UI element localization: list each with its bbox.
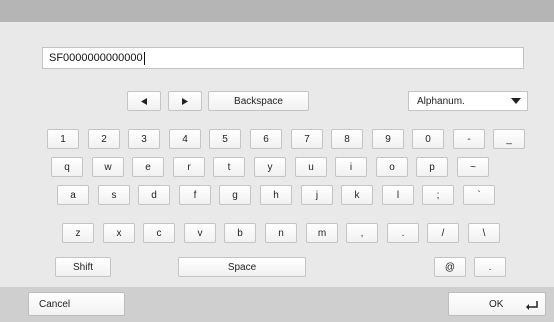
title-bar [0, 0, 554, 22]
key[interactable]: \ [468, 223, 500, 243]
cursor-left-button[interactable] [127, 91, 161, 111]
key[interactable]: 0 [412, 129, 444, 149]
key[interactable]: 7 [291, 129, 323, 149]
at-key[interactable]: @ [434, 257, 466, 277]
enter-icon [526, 301, 538, 310]
key[interactable]: c [143, 223, 175, 243]
key[interactable]: k [341, 185, 373, 205]
key[interactable]: 1 [47, 129, 79, 149]
key[interactable]: x [103, 223, 135, 243]
key[interactable]: 5 [209, 129, 241, 149]
key[interactable]: - [453, 129, 485, 149]
key[interactable]: i [335, 157, 367, 177]
cancel-button-label: Cancel [39, 298, 71, 310]
arrow-left-icon [141, 97, 147, 105]
text-input-value: SF0000000000000 [49, 52, 143, 64]
space-key[interactable]: Space [178, 257, 306, 277]
shift-key[interactable]: Shift [55, 257, 111, 277]
cancel-button[interactable]: Cancel [28, 292, 125, 316]
key[interactable]: _ [493, 129, 525, 149]
key[interactable]: l [382, 185, 414, 205]
key[interactable]: 9 [372, 129, 404, 149]
cursor-right-button[interactable] [168, 91, 202, 111]
input-mode-select[interactable]: Alphanum. [408, 91, 528, 111]
key[interactable]: / [427, 223, 459, 243]
key[interactable]: n [265, 223, 297, 243]
key[interactable]: q [51, 157, 83, 177]
dot-key[interactable]: . [474, 257, 506, 277]
key[interactable]: ~ [457, 157, 489, 177]
key[interactable]: f [179, 185, 211, 205]
key[interactable]: 8 [331, 129, 363, 149]
key[interactable]: 4 [169, 129, 201, 149]
ok-button-label: OK [489, 298, 504, 310]
key[interactable]: s [98, 185, 130, 205]
key[interactable]: ; [422, 185, 454, 205]
key[interactable]: w [92, 157, 124, 177]
key[interactable]: z [62, 223, 94, 243]
key[interactable]: g [219, 185, 251, 205]
key[interactable]: m [306, 223, 338, 243]
key[interactable]: 3 [128, 129, 160, 149]
key[interactable]: t [213, 157, 245, 177]
key[interactable]: j [301, 185, 333, 205]
key[interactable]: a [57, 185, 89, 205]
chevron-down-icon [511, 98, 521, 104]
ok-button[interactable]: OK [448, 292, 546, 316]
text-caret [143, 51, 145, 65]
input-mode-value: Alphanum. [417, 95, 465, 107]
key[interactable]: 2 [88, 129, 120, 149]
key[interactable]: . [387, 223, 419, 243]
key[interactable]: v [184, 223, 216, 243]
key[interactable]: 6 [250, 129, 282, 149]
key[interactable]: d [138, 185, 170, 205]
key[interactable]: , [346, 223, 378, 243]
key[interactable]: o [376, 157, 408, 177]
key[interactable]: y [254, 157, 286, 177]
key[interactable]: p [416, 157, 448, 177]
arrow-right-icon [182, 97, 188, 105]
key[interactable]: u [295, 157, 327, 177]
key[interactable]: b [224, 223, 256, 243]
backspace-button[interactable]: Backspace [208, 91, 309, 111]
key[interactable]: ` [463, 185, 495, 205]
text-input[interactable]: SF0000000000000 [42, 47, 524, 69]
key[interactable]: h [260, 185, 292, 205]
key[interactable]: r [173, 157, 205, 177]
key[interactable]: e [132, 157, 164, 177]
